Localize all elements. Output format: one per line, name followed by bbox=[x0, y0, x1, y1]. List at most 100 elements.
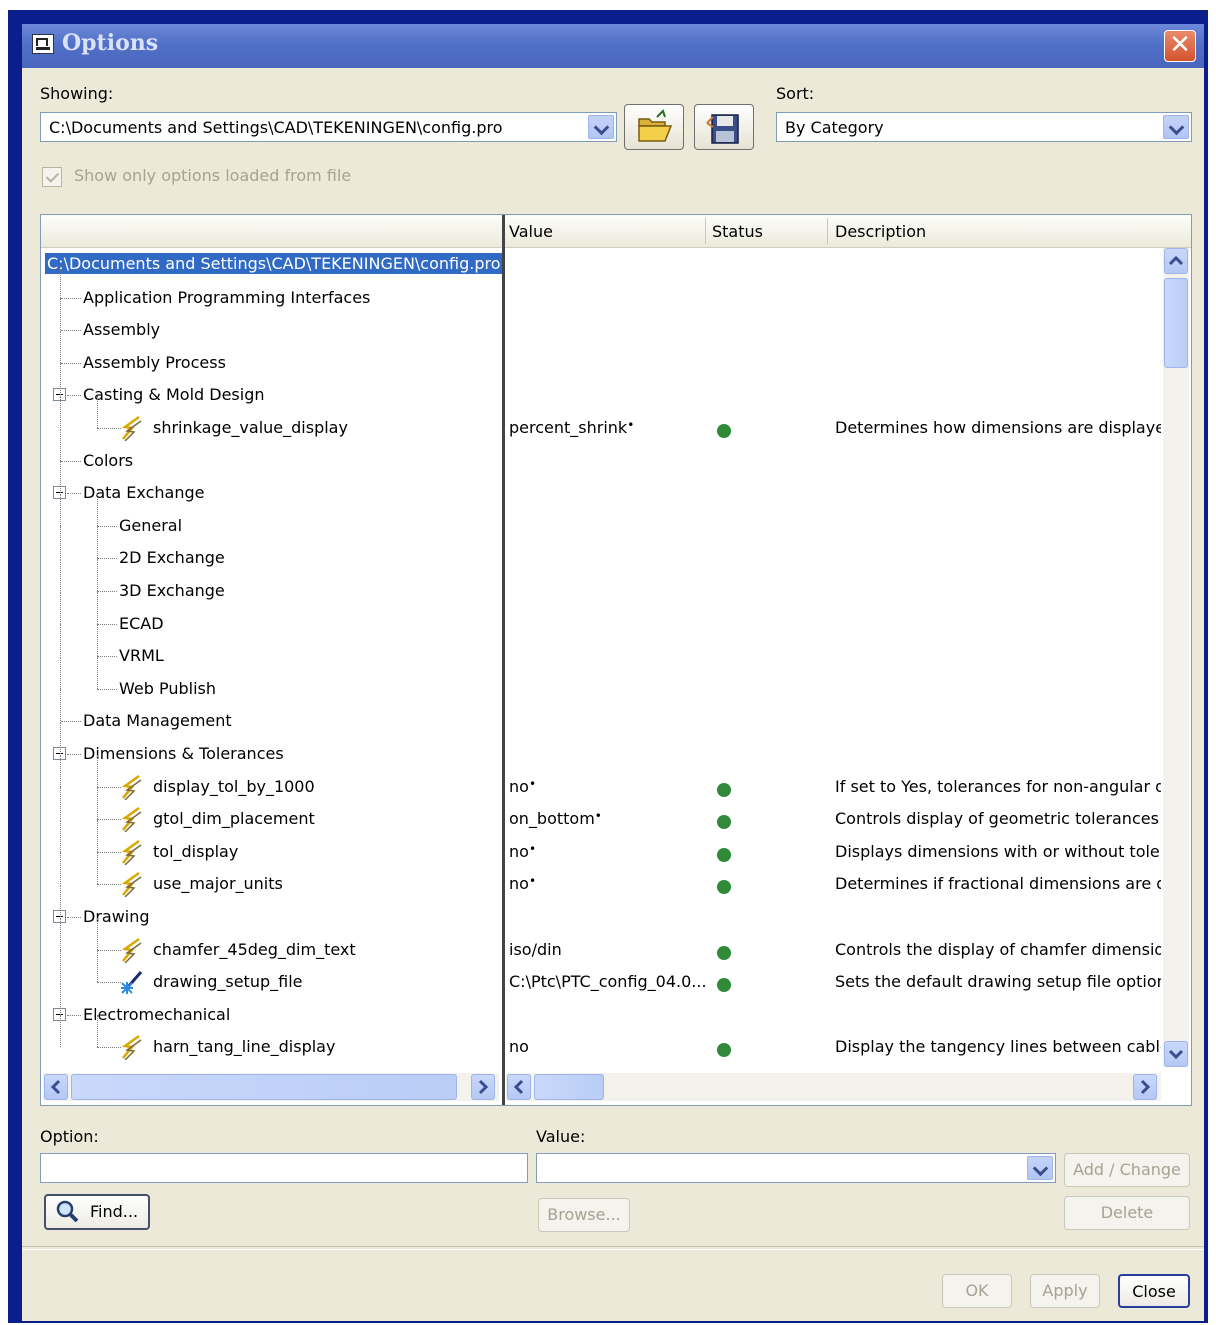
category-label[interactable]: ECAD bbox=[119, 614, 164, 633]
apply-button[interactable]: Apply bbox=[1030, 1274, 1100, 1308]
tree-row[interactable]: Assembly bbox=[41, 298, 1191, 346]
category-label[interactable]: General bbox=[119, 516, 182, 535]
option-name[interactable]: harn_tang_line_display bbox=[153, 1037, 335, 1056]
option-name[interactable]: shrinkage_value_display bbox=[153, 418, 348, 437]
showing-combobox[interactable]: C:\Documents and Settings\CAD\TEKENINGEN… bbox=[40, 112, 617, 142]
scroll-thumb[interactable] bbox=[71, 1074, 457, 1100]
ok-button[interactable]: OK bbox=[942, 1274, 1012, 1308]
tree-row[interactable]: Electromechanical bbox=[41, 982, 1191, 1031]
option-input[interactable] bbox=[40, 1153, 528, 1183]
option-description[interactable]: Controls display of geometric tolerances… bbox=[835, 809, 1161, 828]
tree-row[interactable]: Assembly Process bbox=[41, 330, 1191, 379]
option-row[interactable]: chamfer_45deg_dim_text iso/din Controls th… bbox=[41, 917, 1191, 966]
tree-horizontal-scrollbar[interactable] bbox=[43, 1073, 499, 1101]
category-label[interactable]: Data Exchange bbox=[83, 483, 204, 502]
option-value[interactable]: no • bbox=[509, 777, 536, 796]
delete-button[interactable]: Delete bbox=[1064, 1196, 1190, 1230]
option-name[interactable]: chamfer_45deg_dim_text bbox=[153, 940, 356, 959]
tree-row[interactable]: 2D Exchange bbox=[41, 526, 1191, 574]
option-row[interactable]: tol_display no • Displays dimensions with o… bbox=[41, 819, 1191, 868]
option-description[interactable]: Determines if fractional dimensions are … bbox=[835, 874, 1161, 893]
scroll-right-button[interactable] bbox=[1133, 1074, 1157, 1100]
sort-combobox[interactable]: By Category bbox=[776, 112, 1192, 142]
option-description[interactable]: If set to Yes, tolerances for non-angula… bbox=[835, 777, 1161, 796]
option-value[interactable]: iso/din bbox=[509, 940, 562, 959]
option-description[interactable]: Sets the default drawing setup file opti… bbox=[835, 972, 1161, 991]
value-combobox[interactable] bbox=[536, 1153, 1056, 1183]
browse-button[interactable]: Browse... bbox=[538, 1198, 630, 1232]
column-header-description[interactable]: Description bbox=[835, 222, 926, 241]
scroll-down-button[interactable] bbox=[1164, 1041, 1188, 1067]
close-window-icon[interactable]: ✕ bbox=[1164, 30, 1196, 62]
category-label[interactable]: Electromechanical bbox=[83, 1005, 230, 1024]
category-label[interactable]: Data Management bbox=[83, 711, 232, 730]
option-value[interactable]: C:\Ptc\PTC_config_04.0... bbox=[509, 972, 707, 991]
pane-splitter[interactable] bbox=[502, 215, 505, 1105]
tree-root-label[interactable]: C:\Documents and Settings\CAD\TEKENINGEN… bbox=[45, 253, 503, 274]
column-divider[interactable] bbox=[705, 218, 706, 244]
tree-row[interactable]: Web Publish bbox=[41, 656, 1191, 705]
option-row[interactable]: gtol_dim_placement on_bottom • Controls dis… bbox=[41, 787, 1191, 835]
category-label[interactable]: Drawing bbox=[83, 907, 150, 926]
tree-row[interactable]: VRML bbox=[41, 624, 1191, 672]
scroll-left-button[interactable] bbox=[507, 1074, 531, 1100]
option-row[interactable]: display_tol_by_1000 no • If set to Yes, tol… bbox=[41, 754, 1191, 803]
show-only-loaded-checkbox[interactable] bbox=[42, 167, 62, 187]
tree-row[interactable]: ECAD bbox=[41, 591, 1191, 640]
tree-root-row[interactable]: C:\Documents and Settings\CAD\TEKENINGEN… bbox=[41, 249, 1191, 281]
add-change-button[interactable]: Add / Change bbox=[1064, 1153, 1190, 1187]
title-bar[interactable]: Options ✕ bbox=[22, 24, 1204, 68]
option-name[interactable]: use_major_units bbox=[153, 874, 283, 893]
save-config-button[interactable] bbox=[694, 104, 754, 150]
option-name[interactable]: gtol_dim_placement bbox=[153, 809, 315, 828]
tree-row[interactable]: Data Exchange bbox=[41, 461, 1191, 509]
column-header-value[interactable]: Value bbox=[509, 222, 553, 241]
category-label[interactable]: Casting & Mold Design bbox=[83, 385, 265, 404]
tree-row[interactable]: Casting & Mold Design bbox=[41, 363, 1191, 411]
scroll-right-button[interactable] bbox=[471, 1074, 495, 1100]
tree-row[interactable]: Colors bbox=[41, 428, 1191, 477]
option-name[interactable]: drawing_setup_file bbox=[153, 972, 302, 991]
tree-row[interactable]: Application Programming Interfaces bbox=[41, 265, 1191, 314]
option-name[interactable]: display_tol_by_1000 bbox=[153, 777, 315, 796]
tree-row[interactable]: Data Management bbox=[41, 689, 1191, 737]
chevron-down-icon[interactable] bbox=[1163, 115, 1189, 139]
option-value[interactable]: no bbox=[509, 1037, 529, 1056]
vertical-scrollbar[interactable] bbox=[1163, 248, 1189, 1067]
option-description[interactable]: Determines how dimensions are displayed … bbox=[835, 418, 1161, 437]
option-row[interactable]: harn_tang_line_display no Display the tang… bbox=[41, 1015, 1191, 1063]
column-header-status[interactable]: Status bbox=[712, 222, 763, 241]
option-value[interactable]: on_bottom • bbox=[509, 809, 602, 828]
category-label[interactable]: Application Programming Interfaces bbox=[83, 288, 370, 307]
option-value[interactable]: no • bbox=[509, 842, 536, 861]
tree-row[interactable]: 3D Exchange bbox=[41, 559, 1191, 607]
chevron-down-icon[interactable] bbox=[588, 115, 614, 139]
values-horizontal-scrollbar[interactable] bbox=[506, 1073, 1161, 1101]
tree-row[interactable]: Drawing bbox=[41, 885, 1191, 933]
scroll-thumb[interactable] bbox=[1164, 278, 1188, 368]
category-label[interactable]: Assembly Process bbox=[83, 353, 226, 372]
category-label[interactable]: 2D Exchange bbox=[119, 548, 225, 567]
tree-row[interactable]: Dimensions & Tolerances bbox=[41, 722, 1191, 770]
scroll-left-button[interactable] bbox=[44, 1074, 68, 1100]
option-description[interactable]: Controls the display of chamfer dimensio… bbox=[835, 940, 1161, 959]
category-label[interactable]: Colors bbox=[83, 451, 133, 470]
open-config-button[interactable] bbox=[624, 104, 684, 150]
column-divider[interactable] bbox=[827, 218, 828, 244]
option-description[interactable]: Display the tangency lines between cable… bbox=[835, 1037, 1161, 1056]
option-name[interactable]: tol_display bbox=[153, 842, 238, 861]
close-button[interactable]: Close bbox=[1118, 1274, 1190, 1308]
option-value[interactable]: no • bbox=[509, 874, 536, 893]
option-row[interactable]: shrinkage_value_display percent_shrink • De… bbox=[41, 396, 1191, 444]
option-row[interactable]: use_major_units no • Determines if fraction… bbox=[41, 852, 1191, 900]
chevron-down-icon[interactable] bbox=[1027, 1156, 1053, 1180]
tree-row[interactable]: General bbox=[41, 493, 1191, 542]
scroll-thumb[interactable] bbox=[534, 1074, 604, 1100]
category-label[interactable]: VRML bbox=[119, 646, 164, 665]
category-label[interactable]: Assembly bbox=[83, 320, 160, 339]
option-row[interactable]: drawing_setup_file C:\Ptc\PTC_config_04.0… bbox=[41, 950, 1191, 998]
scroll-up-button[interactable] bbox=[1164, 248, 1188, 274]
category-label[interactable]: Web Publish bbox=[119, 679, 216, 698]
option-value[interactable]: percent_shrink • bbox=[509, 418, 634, 437]
category-label[interactable]: Dimensions & Tolerances bbox=[83, 744, 284, 763]
